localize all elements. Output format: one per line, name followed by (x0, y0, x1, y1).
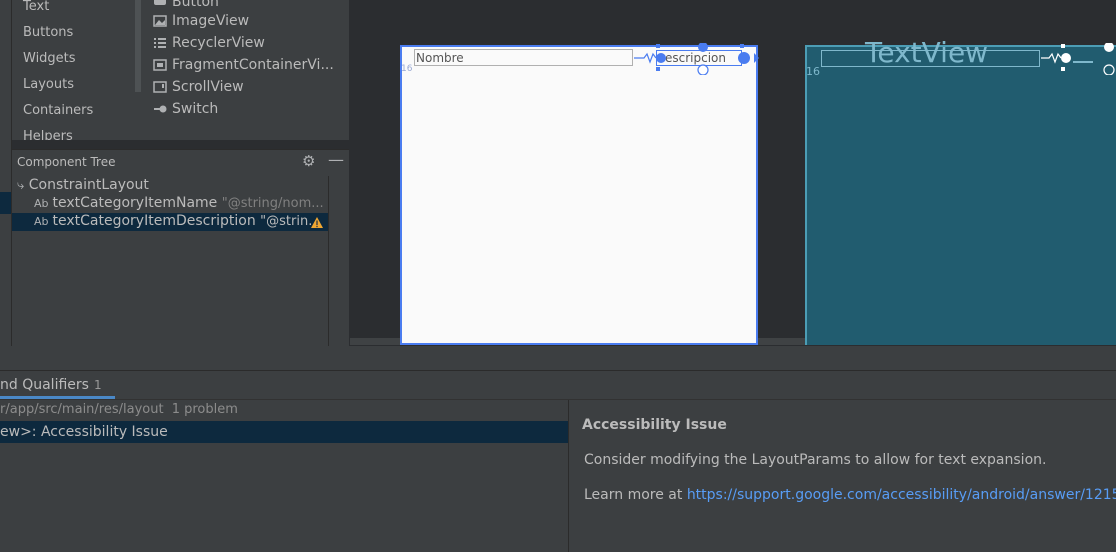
problem-count: 1 problem (171, 402, 238, 417)
scroll-icon (153, 81, 167, 93)
tree-row[interactable]: Ab textCategoryItemName "@string/nom... (12, 195, 328, 213)
palette-category-text[interactable]: Text (23, 0, 49, 14)
learn-more-link[interactable]: https://support.google.com/accessibility… (687, 487, 1116, 503)
issue-label[interactable]: ew>: Accessibility Issue (0, 424, 168, 440)
palette-item-label: Switch (172, 101, 219, 117)
tree-item-value: "@string/nom... (221, 196, 324, 211)
palette-category-buttons[interactable]: Buttons (23, 25, 73, 40)
tab-count-badge: 1 (94, 378, 102, 392)
constraint-layout-icon: ⤷ (17, 178, 25, 193)
problems-toolbar (0, 346, 1116, 371)
palette-item-button[interactable]: Button (153, 0, 219, 10)
text-name-view[interactable]: Nombre (414, 49, 633, 66)
problem-file-path[interactable]: r/app/src/main/res/layout 1 problem (0, 402, 238, 417)
palette-item-label: Button (172, 0, 219, 10)
problem-path: r/app/src/main/res/layout (0, 402, 164, 417)
minimize-icon[interactable]: — (328, 150, 344, 169)
component-tree-header: Component Tree ⚙ — (12, 150, 349, 174)
learn-more-label: Learn more at (584, 487, 687, 503)
palette-category-widgets[interactable]: Widgets (23, 51, 76, 66)
text-name-hint: Nombre (416, 51, 464, 65)
textview-icon: Ab (34, 197, 49, 210)
fragment-icon (153, 59, 167, 71)
constraint-handles[interactable] (630, 43, 760, 75)
tree-row-root[interactable]: ⤷ ConstraintLayout (12, 177, 328, 195)
button-icon (153, 0, 167, 8)
blueprint-constraint-handles[interactable] (1037, 43, 1116, 75)
palette-item-imageview[interactable]: ImageView (153, 13, 249, 29)
blueprint-margin-label: 16 (806, 65, 820, 78)
palette-item-label: ScrollView (172, 79, 244, 95)
blueprint-view[interactable]: TextView 16 (805, 36, 1116, 345)
tab-qualifiers[interactable]: nd Qualifiers (0, 377, 89, 393)
tree-item-name: textCategoryItemName (52, 195, 218, 211)
left-tool-strip (0, 0, 12, 370)
gear-icon[interactable]: ⚙ (302, 152, 315, 170)
list-icon (153, 37, 167, 49)
palette-item-fragmentcontainerview[interactable]: FragmentContainerVi... (153, 57, 334, 73)
image-icon (153, 15, 167, 27)
design-view[interactable]: Nombre 16 escripcion (400, 43, 760, 345)
tree-root-label: ConstraintLayout (28, 177, 149, 193)
tree-row-selected[interactable]: Ab textCategoryItemDescription "@strin... (12, 213, 328, 231)
left-strip-selection (0, 192, 11, 214)
palette-item-recyclerview[interactable]: RecyclerView (153, 35, 265, 51)
palette-category-layouts[interactable]: Layouts (23, 77, 74, 92)
palette-item-switch[interactable]: Switch (153, 101, 218, 117)
component-tree-title: Component Tree (17, 155, 116, 169)
palette-divider[interactable] (135, 0, 141, 92)
tab-active-indicator (0, 396, 115, 399)
blueprint-text-name[interactable] (821, 50, 1040, 67)
margin-label: 16 (401, 64, 413, 74)
detail-description: Consider modifying the LayoutParams to a… (584, 452, 1047, 468)
tree-splitter[interactable] (328, 176, 329, 346)
palette-item-label: RecyclerView (172, 35, 265, 51)
textview-icon: Ab (34, 215, 49, 228)
warning-icon[interactable] (310, 214, 324, 233)
component-tree-panel: Component Tree ⚙ — ⤷ ConstraintLayout Ab… (12, 149, 349, 346)
palette-item-scrollview[interactable]: ScrollView (153, 79, 244, 95)
detail-title: Accessibility Issue (582, 417, 727, 433)
learn-more-line: Learn more at https://support.google.com… (584, 487, 1116, 503)
palette-item-label: ImageView (172, 13, 250, 29)
palette-category-helpers[interactable]: Helpers (23, 129, 73, 140)
palette-category-containers[interactable]: Containers (23, 103, 93, 118)
palette-item-label: FragmentContainerVi... (172, 57, 334, 73)
switch-icon (153, 103, 167, 115)
problems-tabbar (0, 371, 1116, 400)
problems-splitter[interactable] (568, 400, 569, 552)
tree-item-name: textCategoryItemDescription (52, 213, 256, 229)
palette-panel: Text Buttons Widgets Layouts Containers … (12, 0, 349, 140)
